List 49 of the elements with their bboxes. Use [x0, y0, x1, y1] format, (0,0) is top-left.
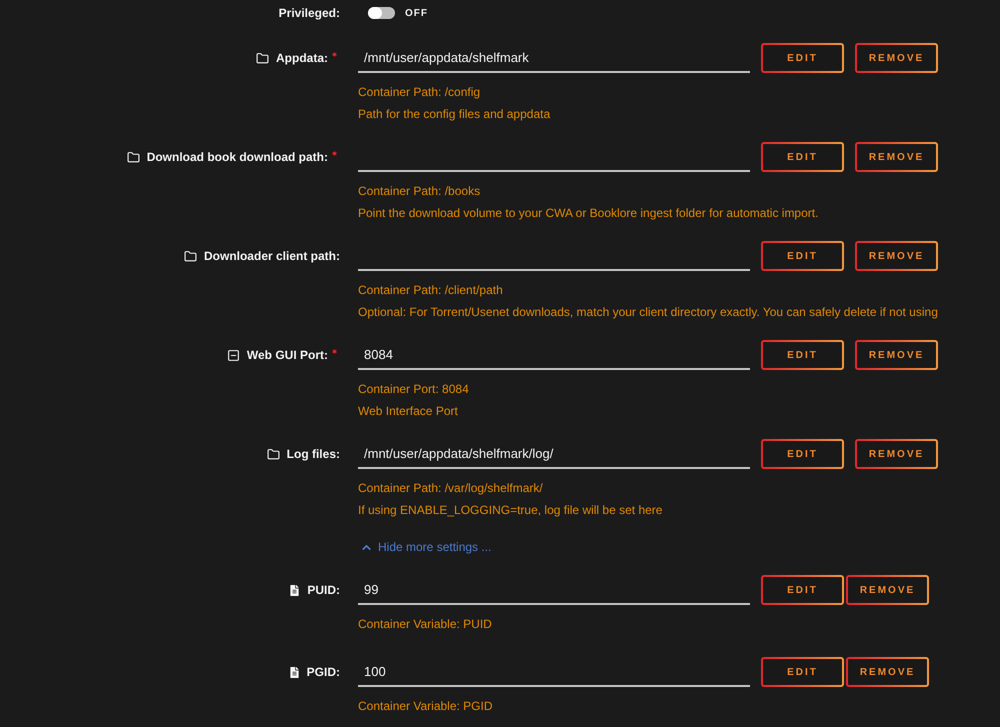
field-description: Point the download volume to your CWA or Booklore ingest folder for automatic import. — [358, 205, 818, 222]
document-icon — [288, 666, 300, 678]
edit-button[interactable]: EDIT — [761, 657, 844, 687]
edit-button[interactable]: EDIT — [761, 142, 844, 172]
text-field[interactable]: 100 — [358, 657, 750, 687]
document-icon — [289, 584, 300, 596]
container-info-text: Container Path: /var/log/shelfmark/ — [358, 480, 543, 497]
folder-icon — [256, 52, 269, 64]
folder-icon — [126, 150, 140, 164]
field-label: Web GUI Port: — [246, 347, 328, 363]
edit-button[interactable]: EDIT — [761, 241, 844, 271]
hide-settings-link[interactable]: Hide more settings ... — [360, 538, 492, 556]
container-info-text: Container Variable: PUID — [358, 616, 492, 633]
field-label: Log files: — [286, 446, 340, 462]
field-label: PUID: — [307, 582, 340, 598]
remove-button[interactable]: REMOVE — [855, 241, 938, 271]
field-label: Privileged: — [278, 5, 340, 22]
edit-button[interactable]: EDIT — [761, 340, 844, 370]
container-info-text: Container Path: /books — [358, 183, 480, 200]
container-info-text: Container Port: 8084 — [358, 381, 469, 398]
toggle-state-label: OFF — [405, 6, 428, 20]
remove-button[interactable]: REMOVE — [855, 340, 938, 370]
folder-icon — [184, 250, 197, 262]
text-field[interactable]: /mnt/user/appdata/shelfmark/log/ — [358, 439, 750, 469]
edit-button[interactable]: EDIT — [761, 575, 844, 605]
field-label: Appdata: — [276, 50, 328, 66]
text-field[interactable]: 99 — [358, 575, 750, 605]
edit-button[interactable]: EDIT — [761, 43, 844, 73]
remove-button[interactable]: REMOVE — [846, 657, 929, 687]
container-info-text: Container Path: /config — [358, 84, 480, 101]
toggle-switch[interactable] — [368, 7, 395, 19]
container-info-text: Container Variable: PGID — [358, 698, 493, 715]
field-label: PGID: — [306, 664, 340, 680]
field-description: If using ENABLE_LOGGING=true, log file will be set here — [358, 502, 662, 519]
remove-button[interactable]: REMOVE — [855, 142, 938, 172]
text-field[interactable]: /mnt/user/appdata/shelfmark — [358, 43, 750, 73]
remove-button[interactable]: REMOVE — [855, 43, 938, 73]
field-description: Path for the config files and appdata — [358, 106, 550, 123]
folder-icon — [266, 448, 280, 460]
field-description: Optional: For Torrent/Usenet downloads, match your client directory exactly. You can safely delete if not using — [358, 304, 938, 321]
remove-button[interactable]: REMOVE — [855, 439, 938, 469]
container-info-text: Container Path: /client/path — [358, 282, 503, 299]
field-label: Downloader client path: — [204, 248, 340, 264]
text-field[interactable]: 8084 — [358, 340, 750, 370]
square-minus-icon — [226, 348, 240, 362]
edit-button[interactable]: EDIT — [761, 439, 844, 469]
field-label: Download book download path: — [146, 149, 328, 165]
field-description: Web Interface Port — [358, 403, 458, 420]
remove-button[interactable]: REMOVE — [846, 575, 929, 605]
